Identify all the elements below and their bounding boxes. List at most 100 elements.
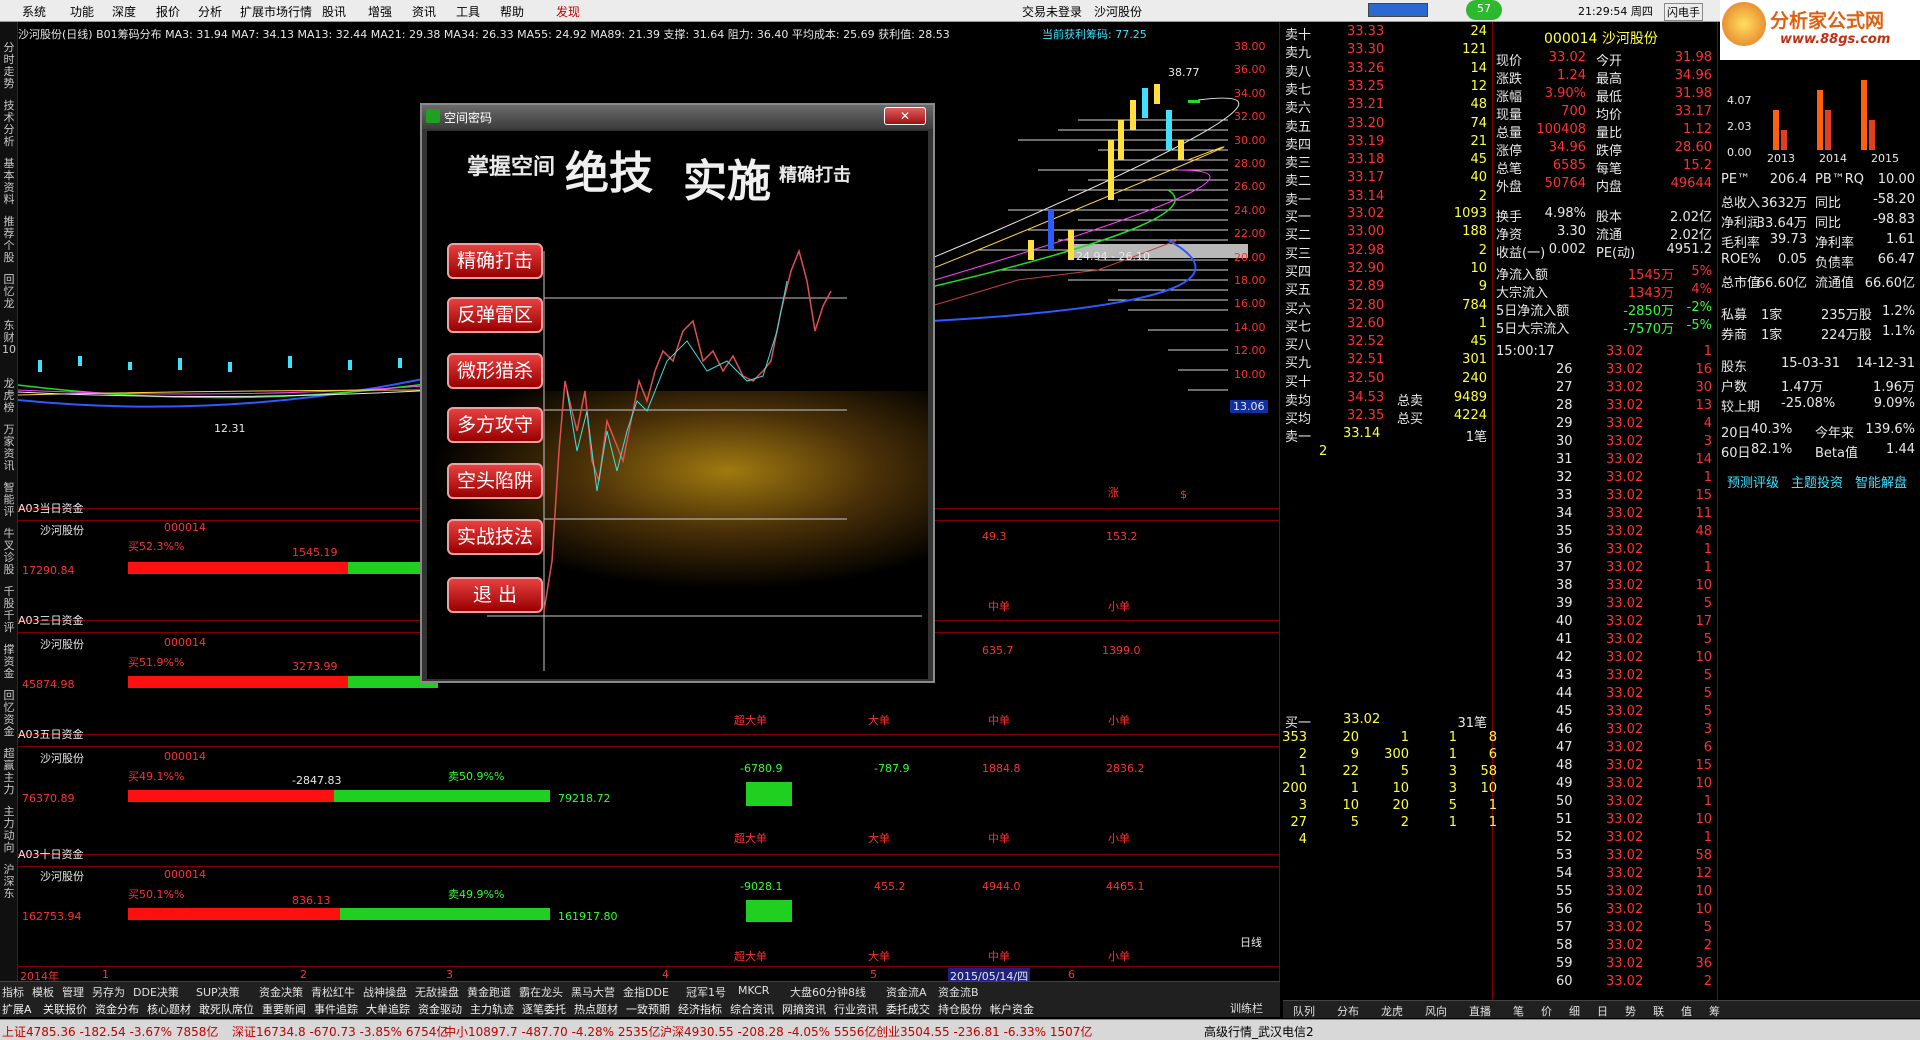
info-tab[interactable]: 大单追踪 bbox=[366, 1001, 410, 1017]
toolbar-tab[interactable]: 无敌操盘 bbox=[415, 984, 459, 1000]
info-link[interactable]: 预测评级 bbox=[1727, 472, 1779, 491]
toolbar-tab[interactable]: 青松红牛 bbox=[311, 984, 355, 1000]
toolbar-tab[interactable]: 资金流B bbox=[938, 984, 979, 1000]
panel-tab[interactable]: 细 bbox=[1569, 1003, 1580, 1019]
panel-tab[interactable]: 龙虎 bbox=[1381, 1003, 1403, 1019]
toolbar-tab[interactable]: 资金流A bbox=[886, 984, 927, 1000]
info-tab[interactable]: 帐户资金 bbox=[990, 1001, 1034, 1017]
panel-tab[interactable]: 值 bbox=[1681, 1003, 1692, 1019]
info-tab[interactable]: 重要新闻 bbox=[262, 1001, 306, 1017]
menu-tools[interactable]: 工具 bbox=[456, 3, 480, 20]
menu-depth[interactable]: 深度 bbox=[112, 3, 136, 20]
button-long-defense[interactable]: 多方攻守 bbox=[447, 407, 543, 443]
info-tab[interactable]: 一致预期 bbox=[626, 1001, 670, 1017]
left-tab[interactable]: 分时走势 bbox=[1, 42, 17, 90]
toolbar-tab[interactable]: DDE决策 bbox=[133, 984, 179, 1000]
info-tab[interactable]: 持仓股份 bbox=[938, 1001, 982, 1017]
button-precise-strike[interactable]: 精确打击 bbox=[447, 243, 543, 279]
info-tab[interactable]: 热点题材 bbox=[574, 1001, 618, 1017]
toolbar-tab[interactable]: MKCR bbox=[738, 984, 769, 997]
toolbar-tab[interactable]: 指标 bbox=[2, 984, 24, 1000]
info-tab[interactable]: 经济指标 bbox=[678, 1001, 722, 1017]
left-tab[interactable]: 万家资讯 bbox=[1, 424, 17, 472]
info-link[interactable]: 智能解盘 bbox=[1855, 472, 1907, 491]
toolbar-tab[interactable]: 战神操盘 bbox=[363, 984, 407, 1000]
panel-tab[interactable]: 联 bbox=[1653, 1003, 1664, 1019]
info-tab[interactable]: 行业资讯 bbox=[834, 1001, 878, 1017]
flash-trade-button[interactable]: 闪电手 bbox=[1664, 3, 1703, 21]
panel-tab[interactable]: 队列 bbox=[1293, 1003, 1315, 1019]
toolbar-tab[interactable]: 霸在龙头 bbox=[519, 984, 563, 1000]
left-tab[interactable]: 技术分析 bbox=[1, 100, 17, 148]
menu-discover[interactable]: 发现 bbox=[556, 3, 580, 20]
info-tab[interactable]: 核心题材 bbox=[147, 1001, 191, 1017]
left-tab[interactable]: 牛叉诊股 bbox=[1, 528, 17, 576]
button-combat-tech[interactable]: 实战技法 bbox=[447, 519, 543, 555]
left-tab[interactable]: 主力动向 bbox=[1, 806, 17, 854]
menu-ext-market[interactable]: 扩展市场行情 bbox=[240, 3, 312, 20]
info-tab[interactable]: 事件追踪 bbox=[314, 1001, 358, 1017]
menu-enhance[interactable]: 增强 bbox=[368, 3, 392, 20]
left-tab[interactable]: 沪深东 bbox=[1, 864, 17, 900]
menu-info[interactable]: 资讯 bbox=[412, 3, 436, 20]
index-sz[interactable]: 深证16734.8 -670.73 -3.85% 6754亿 bbox=[232, 1023, 448, 1040]
info-tab[interactable]: 主力轨迹 bbox=[470, 1001, 514, 1017]
info-tab[interactable]: 委托成交 bbox=[886, 1001, 930, 1017]
left-tab[interactable]: 东财10 bbox=[1, 320, 17, 356]
button-exit[interactable]: 退 出 bbox=[447, 577, 543, 613]
toolbar-tab[interactable]: 冠军1号 bbox=[686, 984, 726, 1000]
info-tab[interactable]: 逐笔委托 bbox=[522, 1001, 566, 1017]
period-label[interactable]: 日线 bbox=[1240, 934, 1262, 950]
index-hs[interactable]: 沪深4930.55 -208.28 -4.05% 5556亿 bbox=[660, 1023, 876, 1040]
trade-status[interactable]: 交易未登录 bbox=[1022, 3, 1082, 20]
left-tab[interactable]: 超赢主力 bbox=[1, 748, 17, 796]
toolbar-tab[interactable]: 另存为 bbox=[92, 984, 125, 1000]
menu-analysis[interactable]: 分析 bbox=[198, 3, 222, 20]
toolbar-tab[interactable]: 管理 bbox=[62, 984, 84, 1000]
left-tab[interactable]: 千股千评 bbox=[1, 586, 17, 634]
index-cy[interactable]: 创业3504.55 -236.81 -6.33% 1507亿 bbox=[876, 1023, 1092, 1040]
left-tab[interactable]: 基本资料 bbox=[1, 158, 17, 206]
menu-help[interactable]: 帮助 bbox=[500, 3, 524, 20]
dialog-titlebar[interactable]: 空间密码 ✕ bbox=[422, 105, 933, 129]
panel-tab[interactable]: 风向 bbox=[1425, 1003, 1447, 1019]
menu-system[interactable]: 系统 bbox=[22, 3, 46, 20]
panel-tab[interactable]: 直播 bbox=[1469, 1003, 1491, 1019]
toolbar-tab[interactable]: 模板 bbox=[32, 984, 54, 1000]
info-tab[interactable]: 扩展A bbox=[2, 1001, 32, 1017]
corner-tab[interactable]: 训练栏 bbox=[1230, 1000, 1282, 1018]
close-icon[interactable]: ✕ bbox=[884, 107, 926, 125]
info-tab[interactable]: 敢死队席位 bbox=[199, 1001, 254, 1017]
info-tab[interactable]: 网摘资讯 bbox=[782, 1001, 826, 1017]
left-tab[interactable]: 推荐个股 bbox=[1, 216, 17, 264]
index-sh[interactable]: 上证4785.36 -182.54 -3.67% 7858亿 bbox=[2, 1023, 218, 1040]
info-link[interactable]: 主题投资 bbox=[1791, 472, 1843, 491]
left-tab[interactable]: 撑资金 bbox=[1, 644, 17, 680]
button-micro-hunt[interactable]: 微形猎杀 bbox=[447, 353, 543, 389]
toolbar-tab[interactable]: SUP决策 bbox=[196, 984, 240, 1000]
button-rebound-zone[interactable]: 反弹雷区 bbox=[447, 297, 543, 333]
panel-tab[interactable]: 笔 bbox=[1513, 1003, 1524, 1019]
menu-quote[interactable]: 报价 bbox=[156, 3, 180, 20]
info-tab[interactable]: 资金分布 bbox=[95, 1001, 139, 1017]
toolbar-tab[interactable]: 大盘60分钟8线 bbox=[790, 984, 866, 1000]
info-tab[interactable]: 资金驱动 bbox=[418, 1001, 462, 1017]
index-zx[interactable]: 中小10897.7 -487.70 -4.28% 2535亿 bbox=[444, 1023, 660, 1040]
left-tab[interactable]: 回忆龙 bbox=[1, 274, 17, 310]
panel-tab[interactable]: 分布 bbox=[1337, 1003, 1359, 1019]
toolbar-tab[interactable]: 黑马大营 bbox=[571, 984, 615, 1000]
panel-tab[interactable]: 日 bbox=[1597, 1003, 1608, 1019]
left-tab[interactable]: 智能评 bbox=[1, 482, 17, 518]
left-tab[interactable]: 龙虎榜 bbox=[1, 378, 17, 414]
info-tab[interactable]: 综合资讯 bbox=[730, 1001, 774, 1017]
info-tab[interactable]: 关联报价 bbox=[43, 1001, 87, 1017]
toolbar-tab[interactable]: 金指DDE bbox=[623, 984, 669, 1000]
panel-tab[interactable]: 价 bbox=[1541, 1003, 1552, 1019]
panel-tab[interactable]: 筹 bbox=[1709, 1003, 1720, 1019]
left-tab[interactable]: 回忆资金 bbox=[1, 690, 17, 738]
panel-tab[interactable]: 势 bbox=[1625, 1003, 1636, 1019]
menu-stock-news[interactable]: 股讯 bbox=[322, 3, 346, 20]
button-bear-trap[interactable]: 空头陷阱 bbox=[447, 463, 543, 499]
menu-function[interactable]: 功能 bbox=[70, 3, 94, 20]
toolbar-tab[interactable]: 资金决策 bbox=[259, 984, 303, 1000]
